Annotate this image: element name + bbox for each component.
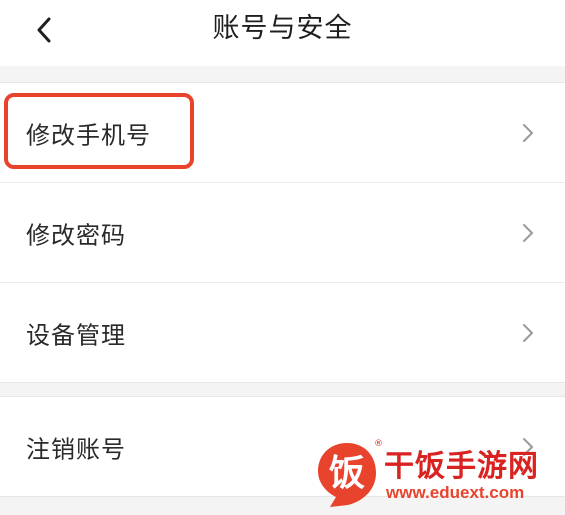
menu-item-label: 设备管理 (26, 321, 126, 349)
nav-bar: 账号与安全 (0, 0, 565, 66)
registered-mark: ® (374, 439, 383, 449)
menu-item-change-password[interactable]: 修改密码 (0, 182, 565, 282)
watermark: 饭 ® 干饭手游网 www.eduext.com (312, 437, 562, 511)
watermark-logo: 饭 (318, 443, 376, 507)
chevron-right-icon (523, 123, 533, 142)
menu-item-label: 修改密码 (26, 221, 126, 249)
watermark-logo-char: 饭 (329, 453, 365, 494)
watermark-url: www.eduext.com (386, 483, 525, 502)
page-title: 账号与安全 (212, 13, 353, 44)
chevron-right-icon (523, 323, 533, 342)
menu-item-device-management[interactable]: 设备管理 (0, 282, 565, 382)
highlight-annotation (4, 93, 194, 169)
chevron-right-icon (523, 223, 533, 242)
watermark-site-name: 干饭手游网 (384, 449, 539, 484)
menu-item-label: 注销账号 (26, 435, 126, 463)
